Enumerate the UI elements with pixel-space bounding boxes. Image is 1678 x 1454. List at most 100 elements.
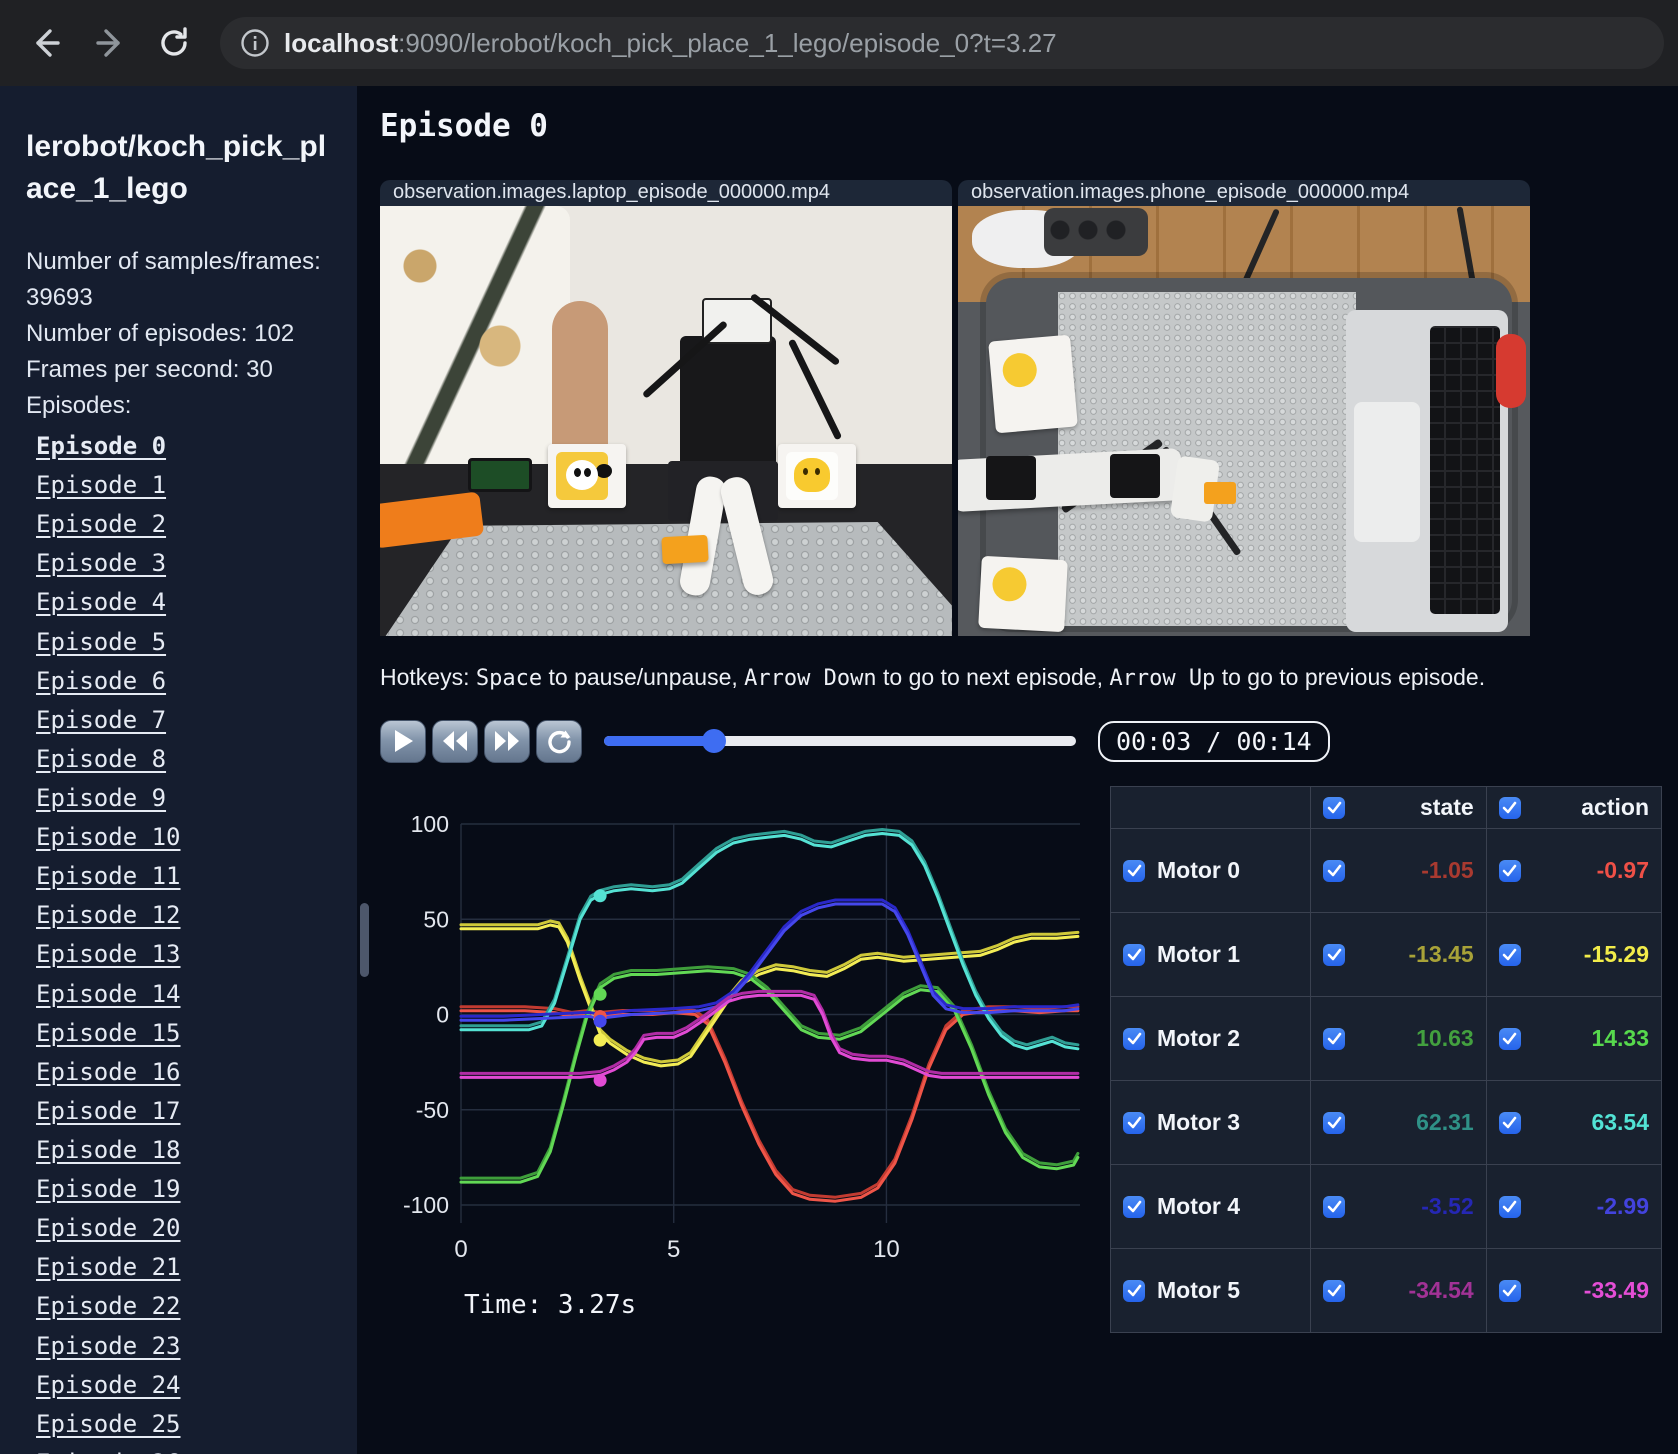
episode-link-3[interactable]: Episode 3 — [36, 549, 166, 577]
site-info-icon[interactable] — [240, 28, 270, 58]
episode-link-12[interactable]: Episode 12 — [36, 901, 181, 929]
state-value: -13.45 — [1408, 941, 1474, 967]
hotkeys-help: Hotkeys: Space to pause/unpause, Arrow D… — [380, 664, 1485, 691]
episode-link-9[interactable]: Episode 9 — [36, 784, 166, 812]
motor-checkbox-3[interactable] — [1123, 1111, 1145, 1134]
seek-slider-thumb[interactable] — [702, 729, 727, 753]
motor-name: Motor 0 — [1157, 857, 1241, 883]
y-tick-label: -50 — [416, 1097, 449, 1123]
episode-link-22[interactable]: Episode 22 — [36, 1292, 181, 1320]
forward-icon[interactable] — [88, 21, 132, 65]
state-checkbox-3[interactable] — [1323, 1111, 1346, 1134]
series-action-0 — [459, 1009, 1080, 1203]
episode-link-20[interactable]: Episode 20 — [36, 1214, 181, 1242]
scene-pcb — [468, 458, 532, 492]
episode-link-18[interactable]: Episode 18 — [36, 1136, 181, 1164]
video-phone-caption: observation.images.phone_episode_000000.… — [958, 180, 1530, 206]
state-checkbox-2[interactable] — [1323, 1027, 1346, 1050]
episode-link-8[interactable]: Episode 8 — [36, 745, 166, 773]
motor-checkbox-0[interactable] — [1123, 859, 1145, 882]
rewind-button[interactable] — [432, 719, 478, 763]
episode-link-5[interactable]: Episode 5 — [36, 628, 166, 656]
y-tick-label: 0 — [436, 1002, 449, 1028]
episode-list-item: Episode 14 — [36, 978, 331, 1011]
episode-link-0[interactable]: Episode 0 — [36, 432, 166, 460]
state-checkbox-5[interactable] — [1323, 1279, 1346, 1302]
motor-checkbox-1[interactable] — [1123, 943, 1145, 966]
episode-list-item: Episode 22 — [36, 1290, 331, 1323]
current-time-marker-5 — [593, 1073, 607, 1087]
episode-link-2[interactable]: Episode 2 — [36, 510, 166, 538]
action-checkbox-1[interactable] — [1498, 943, 1521, 966]
stat-samples: Number of samples/frames: 39693 — [26, 248, 321, 311]
episode-link-16[interactable]: Episode 16 — [36, 1058, 181, 1086]
episode-list-item: Episode 7 — [36, 704, 331, 737]
main-content: Episode 0 observation.images.laptop_epis… — [357, 86, 1678, 1454]
y-tick-label: 50 — [423, 906, 449, 932]
state-value: 62.31 — [1416, 1109, 1474, 1135]
time-display: 00:03 / 00:14 — [1098, 720, 1330, 762]
episode-link-13[interactable]: Episode 13 — [36, 940, 181, 968]
action-checkbox-4[interactable] — [1498, 1195, 1521, 1218]
episode-link-26[interactable]: Episode 26 — [36, 1449, 181, 1454]
action-checkbox-3[interactable] — [1498, 1111, 1521, 1134]
episode-link-14[interactable]: Episode 14 — [36, 980, 181, 1008]
episode-link-21[interactable]: Episode 21 — [36, 1253, 181, 1281]
motor-name: Motor 1 — [1157, 941, 1241, 967]
episode-list-item: Episode 17 — [36, 1095, 331, 1128]
scrollbar-thumb[interactable] — [360, 903, 369, 977]
hotkeys-mid3: to go to previous episode. — [1215, 664, 1486, 690]
address-bar[interactable]: localhost:9090/lerobot/koch_pick_place_1… — [220, 17, 1664, 69]
back-icon[interactable] — [24, 21, 68, 65]
episode-list-item: Episode 12 — [36, 899, 331, 932]
state-all-checkbox[interactable] — [1323, 796, 1346, 819]
scene2-keyboard — [1430, 326, 1500, 614]
seek-slider[interactable] — [604, 729, 1076, 753]
episode-list: Episode 0 Episode 1 Episode 2 Episode 3 Epis… — [26, 430, 331, 1454]
scene2-box-top — [988, 334, 1078, 434]
motor-name: Motor 5 — [1157, 1277, 1241, 1303]
video-phone: observation.images.phone_episode_000000.… — [958, 180, 1530, 636]
state-checkbox-1[interactable] — [1323, 943, 1346, 966]
action-all-checkbox[interactable] — [1498, 796, 1521, 819]
motor-col-header — [1109, 786, 1312, 829]
motor-checkbox-2[interactable] — [1123, 1027, 1145, 1050]
episode-link-7[interactable]: Episode 7 — [36, 706, 166, 734]
bottom-row: 100 50 0 -50 -100 0 5 10 Time: 3.27s state acti… — [380, 786, 1663, 1333]
play-button[interactable] — [380, 719, 426, 763]
episode-link-24[interactable]: Episode 24 — [36, 1371, 181, 1399]
x-tick-label: 0 — [454, 1236, 467, 1263]
loop-button[interactable] — [536, 719, 582, 763]
episode-link-17[interactable]: Episode 17 — [36, 1097, 181, 1125]
episode-list-item: Episode 18 — [36, 1134, 331, 1167]
action-checkbox-5[interactable] — [1498, 1279, 1521, 1302]
episode-link-19[interactable]: Episode 19 — [36, 1175, 181, 1203]
scene2-trackpad — [1354, 402, 1420, 542]
reload-icon[interactable] — [152, 21, 196, 65]
scene2-laptop — [1346, 310, 1508, 632]
action-checkbox-0[interactable] — [1498, 859, 1521, 882]
episode-link-10[interactable]: Episode 10 — [36, 823, 181, 851]
state-checkbox-0[interactable] — [1323, 859, 1346, 882]
episode-link-15[interactable]: Episode 15 — [36, 1019, 181, 1047]
chart-column: 100 50 0 -50 -100 0 5 10 Time: 3.27s — [380, 786, 1110, 1333]
episode-link-25[interactable]: Episode 25 — [36, 1410, 181, 1438]
motor-chart[interactable]: 100500-50-1000 5 10 — [380, 786, 1095, 1264]
state-checkbox-4[interactable] — [1323, 1195, 1346, 1218]
episode-link-6[interactable]: Episode 6 — [36, 667, 166, 695]
stat-fps: Frames per second: 30 — [26, 356, 273, 383]
player-controls: 00:03 / 00:14 — [380, 718, 1655, 764]
action-checkbox-2[interactable] — [1498, 1027, 1521, 1050]
motor-checkbox-4[interactable] — [1123, 1195, 1145, 1218]
episode-link-1[interactable]: Episode 1 — [36, 471, 166, 499]
url-text: localhost:9090/lerobot/koch_pick_place_1… — [284, 28, 1057, 59]
fast-forward-button[interactable] — [484, 719, 530, 763]
video-laptop-player[interactable] — [380, 206, 952, 636]
episode-link-23[interactable]: Episode 23 — [36, 1332, 181, 1360]
current-time-marker-1 — [593, 1033, 607, 1047]
episode-link-11[interactable]: Episode 11 — [36, 862, 181, 890]
state-value: -3.52 — [1421, 1193, 1474, 1219]
motor-checkbox-5[interactable] — [1123, 1279, 1145, 1302]
video-phone-player[interactable] — [958, 206, 1530, 636]
episode-link-4[interactable]: Episode 4 — [36, 588, 166, 616]
